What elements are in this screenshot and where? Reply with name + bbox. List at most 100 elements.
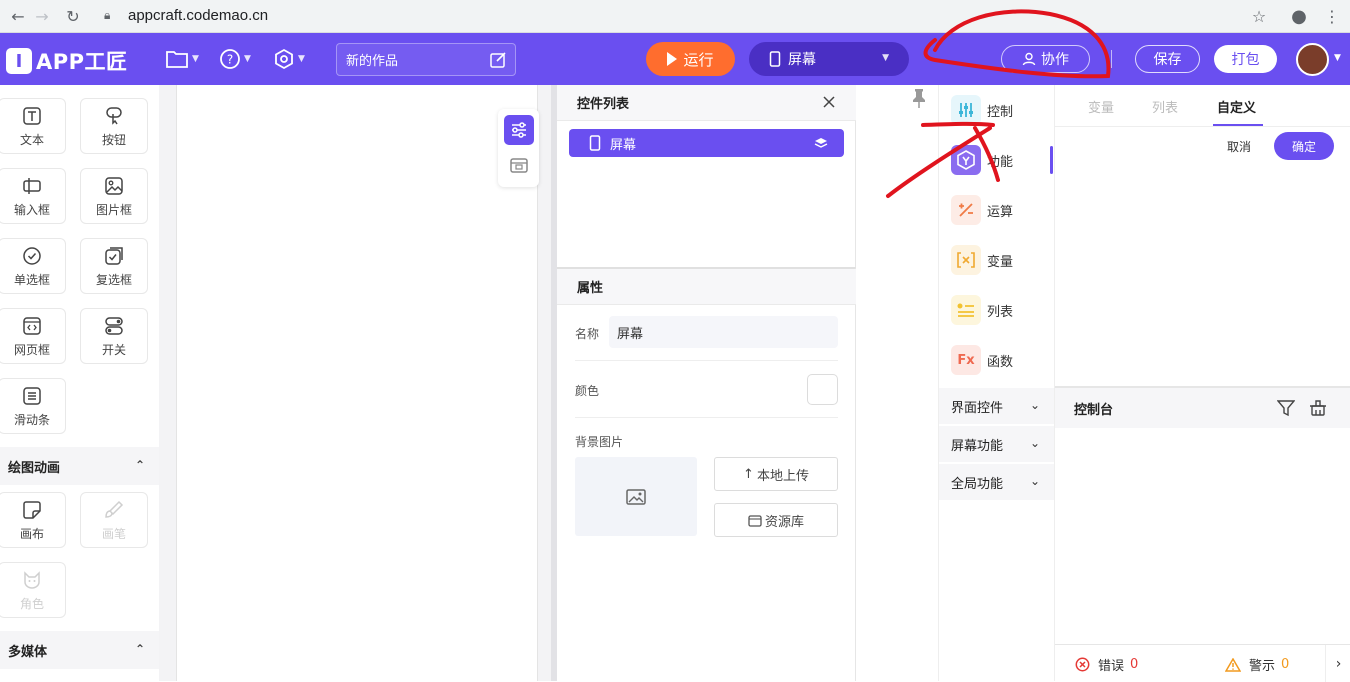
app-logo[interactable]: I APP工匠 bbox=[6, 46, 128, 76]
category-math[interactable]: 运算 bbox=[951, 195, 1013, 225]
divider bbox=[575, 417, 838, 418]
widget-checkbox[interactable]: 复选框 bbox=[80, 238, 148, 294]
button-icon bbox=[106, 106, 122, 125]
resource-library-button[interactable]: 资源库 bbox=[714, 503, 838, 537]
avatar[interactable] bbox=[1296, 43, 1329, 76]
error-counter[interactable]: 错误 0 bbox=[1075, 655, 1138, 674]
screen-selector[interactable]: 屏幕 ▼ bbox=[749, 42, 909, 76]
widget-input[interactable]: 输入框 bbox=[0, 168, 66, 224]
section-drawing[interactable]: 绘图动画 ⌃ bbox=[0, 447, 159, 485]
group-label: 屏幕功能 bbox=[951, 438, 1004, 454]
warning-counter[interactable]: 警示 0 bbox=[1225, 655, 1289, 674]
store-icon[interactable] bbox=[507, 153, 531, 177]
folder-icon bbox=[166, 51, 188, 68]
profile-icon[interactable]: ● bbox=[1287, 4, 1311, 28]
forward-icon[interactable]: → bbox=[30, 4, 54, 28]
chevron-down-icon[interactable]: ▼ bbox=[1334, 53, 1341, 63]
logo-text: APP工匠 bbox=[36, 50, 128, 74]
widget-label: 文本 bbox=[19, 132, 44, 147]
back-icon[interactable]: ← bbox=[6, 4, 30, 28]
tab-custom[interactable]: 自定义 bbox=[1217, 97, 1256, 116]
component-label: 屏幕 bbox=[610, 137, 637, 153]
pin-column bbox=[856, 85, 939, 681]
filter-icon[interactable] bbox=[1277, 400, 1295, 417]
settings-icon bbox=[275, 48, 293, 70]
category-label: 功能 bbox=[987, 154, 1014, 170]
widget-canvas[interactable]: 画布 bbox=[0, 492, 66, 548]
widget-label: 开关 bbox=[101, 342, 126, 357]
name-input[interactable]: 屏幕 bbox=[609, 316, 838, 348]
close-icon[interactable] bbox=[821, 94, 837, 110]
component-list-panel: 控件列表 屏幕 bbox=[557, 85, 856, 267]
collaborate-button[interactable]: 协作 bbox=[1001, 45, 1090, 73]
category-label: 函数 bbox=[987, 354, 1014, 370]
project-name: 新的作品 bbox=[346, 54, 399, 69]
address-bar[interactable]: 🔒︎ appcraft.codemao.cn bbox=[96, 2, 1282, 29]
widget-label: 画笔 bbox=[101, 526, 126, 541]
color-picker[interactable] bbox=[807, 374, 838, 405]
panel-title: 控件列表 bbox=[577, 97, 630, 112]
category-list[interactable]: 列表 bbox=[951, 295, 1013, 325]
group-label: 界面控件 bbox=[951, 400, 1004, 416]
project-name-field[interactable]: 新的作品 bbox=[336, 43, 516, 76]
component-item-screen[interactable]: 屏幕 bbox=[569, 129, 844, 157]
phone-screen[interactable] bbox=[176, 85, 538, 681]
control-icon bbox=[951, 95, 981, 125]
group-ui-controls[interactable]: 界面控件 ⌄ bbox=[939, 388, 1054, 424]
run-label: 运行 bbox=[683, 50, 714, 69]
url-text: appcraft.codemao.cn bbox=[128, 7, 269, 24]
component-list-header: 控件列表 bbox=[557, 85, 856, 121]
chevron-right-icon[interactable]: › bbox=[1325, 645, 1350, 682]
category-fx[interactable]: Fx 函数 bbox=[951, 345, 1013, 375]
tab-variables[interactable]: 变量 bbox=[1088, 97, 1114, 116]
collab-label: 协作 bbox=[1041, 52, 1069, 68]
group-global-functions[interactable]: 全局功能 ⌄ bbox=[939, 464, 1054, 500]
widget-radio[interactable]: 单选框 bbox=[0, 238, 66, 294]
run-button[interactable]: 运行 bbox=[646, 42, 735, 76]
help-menu[interactable]: ? ▼ bbox=[219, 47, 251, 71]
local-upload-button[interactable]: ↑ 本地上传 bbox=[714, 457, 838, 491]
list-icon bbox=[951, 295, 981, 325]
package-button[interactable]: 打包 bbox=[1214, 45, 1277, 73]
cancel-button[interactable]: 取消 bbox=[1227, 138, 1251, 155]
widget-image[interactable]: 图片框 bbox=[80, 168, 148, 224]
widget-webview[interactable]: 网页框 bbox=[0, 308, 66, 364]
widget-slider[interactable]: 滑动条 bbox=[0, 378, 66, 434]
slider-icon bbox=[23, 386, 41, 405]
edit-icon[interactable] bbox=[489, 51, 507, 69]
widget-text[interactable]: 文本 bbox=[0, 98, 66, 154]
more-menu-icon[interactable]: ⋮ bbox=[1320, 4, 1344, 28]
section-media[interactable]: 多媒体 ⌃ bbox=[0, 631, 159, 669]
widget-label: 滑动条 bbox=[13, 412, 50, 427]
category-variable[interactable]: 变量 bbox=[951, 245, 1013, 275]
layers-icon[interactable] bbox=[814, 136, 828, 150]
widget-sprite[interactable]: 角色 bbox=[0, 562, 66, 618]
canvas-icon bbox=[23, 500, 41, 519]
chevron-down-icon: ▼ bbox=[882, 53, 889, 63]
widget-brush[interactable]: 画笔 bbox=[80, 492, 148, 548]
widget-switch[interactable]: 开关 bbox=[80, 308, 148, 364]
canvas-toolbar bbox=[498, 109, 539, 187]
category-label: 运算 bbox=[987, 204, 1014, 220]
group-screen-functions[interactable]: 屏幕功能 ⌄ bbox=[939, 426, 1054, 462]
adjust-tool-button[interactable] bbox=[504, 115, 534, 145]
category-function[interactable]: 功能 bbox=[951, 145, 1013, 175]
input-icon bbox=[23, 177, 41, 194]
header-divider bbox=[1111, 50, 1112, 68]
reload-icon[interactable]: ↻ bbox=[61, 4, 85, 28]
properties-panel: 属性 名称 屏幕 颜色 背景图片 ↑ 本地上传 资源库 bbox=[557, 267, 856, 681]
settings-menu[interactable]: ▼ bbox=[273, 47, 305, 71]
phone-icon bbox=[769, 51, 781, 67]
file-menu[interactable]: ▼ bbox=[165, 47, 199, 71]
bookmark-star-icon[interactable]: ☆ bbox=[1247, 4, 1271, 28]
background-image-preview[interactable] bbox=[575, 457, 697, 536]
clear-console-icon[interactable] bbox=[1309, 399, 1327, 417]
tab-lists[interactable]: 列表 bbox=[1152, 97, 1178, 116]
widget-button[interactable]: 按钮 bbox=[80, 98, 148, 154]
block-category-panel: 控制 功能 运算 变量 列表 Fx 函数 界面控件 ⌄ 屏幕功能 ⌄ 全局功能 bbox=[939, 85, 1054, 681]
confirm-button[interactable]: 确定 bbox=[1274, 132, 1334, 160]
group-label: 全局功能 bbox=[951, 476, 1004, 492]
pin-icon[interactable] bbox=[912, 88, 926, 108]
category-control[interactable]: 控制 bbox=[951, 95, 1013, 125]
save-button[interactable]: 保存 bbox=[1135, 45, 1200, 73]
